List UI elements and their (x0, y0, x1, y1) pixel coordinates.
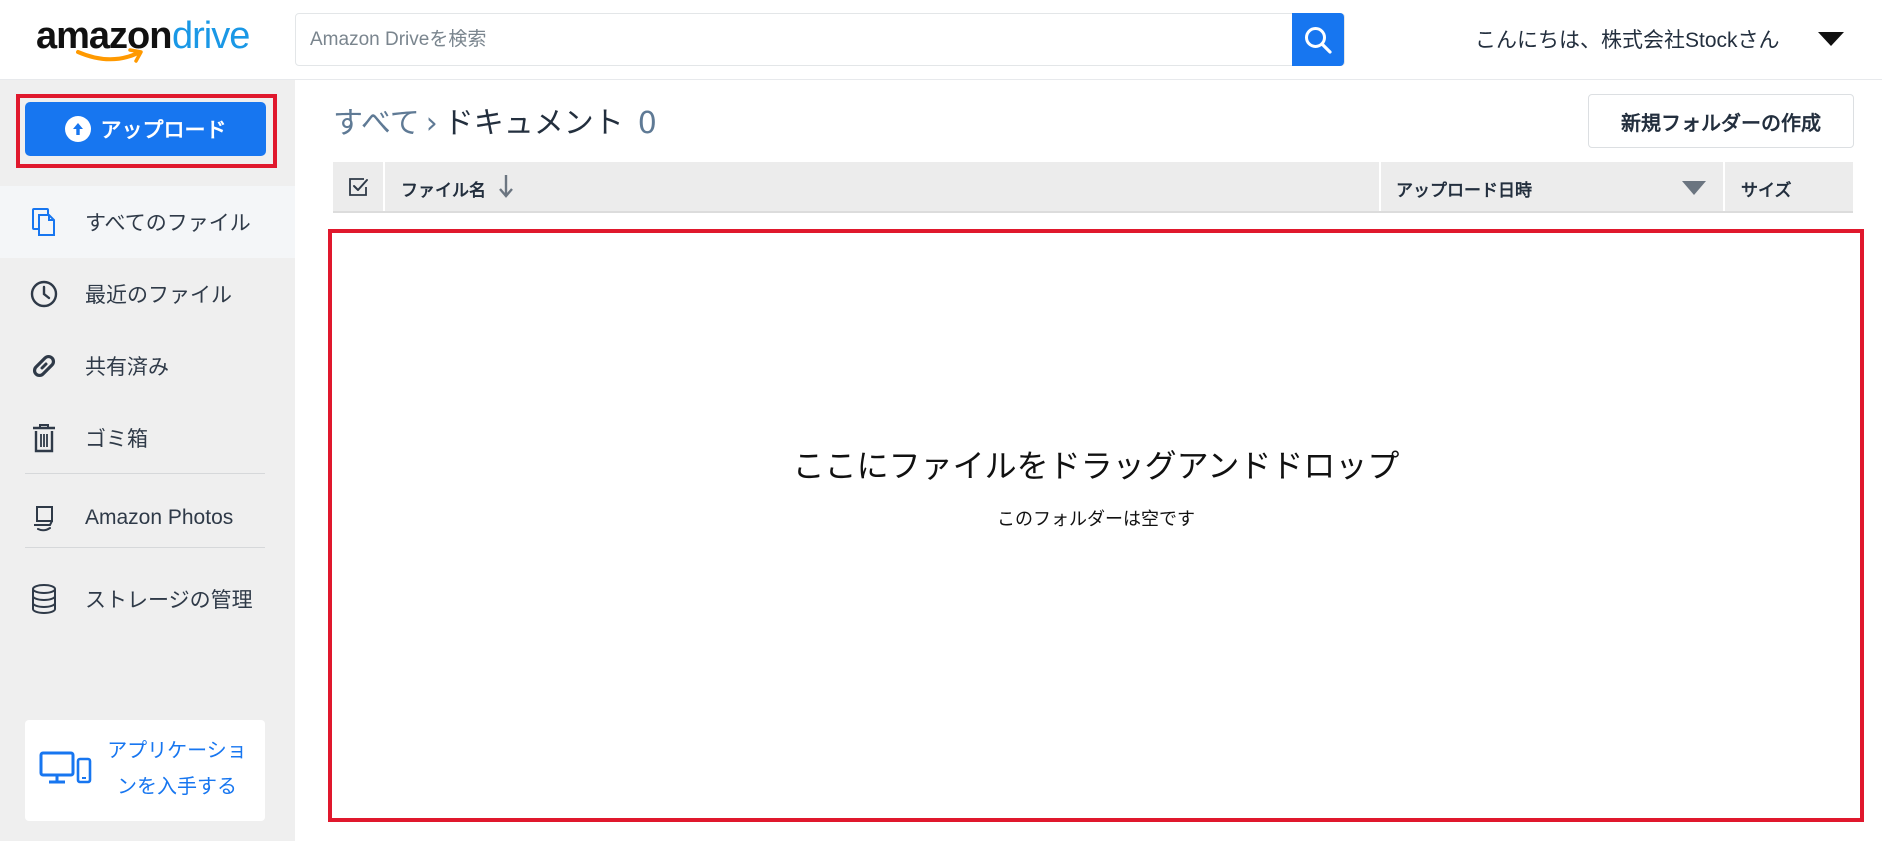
top-header: amazon drive こんにちは、株式会社Stockさん (0, 0, 1882, 80)
column-header-size[interactable]: サイズ (1741, 176, 1792, 201)
sidebar-item-label: 共有済み (85, 356, 169, 379)
get-apps-label-line1: アプリケーショ (107, 738, 247, 762)
upload-button[interactable]: アップロード (25, 102, 266, 156)
breadcrumb-current: ドキュメント (443, 106, 624, 141)
breadcrumb-separator: › (425, 106, 438, 141)
select-all-checkbox[interactable] (333, 162, 385, 211)
clock-icon (28, 278, 60, 310)
account-menu-caret-icon[interactable] (1818, 32, 1844, 46)
devices-icon (39, 750, 93, 790)
empty-folder-message: このフォルダーは空です (997, 509, 1195, 529)
trash-icon (28, 422, 60, 454)
file-table-header: ファイル名 アップロード日時 サイズ (333, 162, 1853, 213)
upload-date-dropdown-icon[interactable] (1682, 181, 1706, 195)
account-greeting[interactable]: こんにちは、株式会社Stockさん (1475, 24, 1780, 54)
sort-arrow-down-icon[interactable] (498, 173, 514, 203)
checkbox-icon (349, 177, 368, 196)
amazon-drive-logo[interactable]: amazon drive (36, 14, 266, 66)
search-button[interactable] (1292, 13, 1344, 66)
new-folder-button[interactable]: 新規フォルダーの作成 (1588, 94, 1854, 148)
photos-icon (28, 502, 60, 534)
get-apps-label: アプリケーショ ンを入手する (97, 732, 257, 804)
sidebar-item-label: ストレージの管理 (85, 589, 253, 612)
sidebar: アップロード すべてのファイル 最近のファイル 共有済み ゴミ箱 Amazon … (0, 80, 295, 841)
search-input[interactable] (310, 14, 1310, 65)
search-icon (1305, 26, 1332, 54)
sidebar-item-label: Amazon Photos (85, 506, 234, 529)
breadcrumb: すべて › ドキュメント 0 (333, 98, 657, 142)
drop-zone[interactable]: ここにファイルをドラッグアンドドロップ このフォルダーは空です (328, 229, 1864, 822)
link-icon (28, 350, 60, 382)
breadcrumb-root-link[interactable]: すべて (333, 106, 420, 141)
sidebar-item-trash[interactable]: ゴミ箱 (0, 402, 295, 474)
item-count: 0 (637, 106, 657, 141)
column-header-upload-date[interactable]: アップロード日時 (1396, 176, 1532, 201)
sidebar-item-recent[interactable]: 最近のファイル (0, 258, 295, 330)
sidebar-item-label: 最近のファイル (85, 284, 232, 307)
upload-arrow-icon (64, 116, 91, 142)
upload-button-label: アップロード (100, 119, 227, 142)
sidebar-item-shared[interactable]: 共有済み (0, 330, 295, 402)
get-apps-label-line2: ンを入手する (117, 774, 237, 798)
sidebar-item-storage[interactable]: ストレージの管理 (0, 563, 295, 635)
sidebar-item-label: すべてのファイル (85, 212, 251, 235)
amazon-smile-icon (76, 48, 143, 63)
sidebar-item-all-files[interactable]: すべてのファイル (0, 186, 295, 258)
files-icon (28, 206, 60, 238)
sidebar-item-amazon-photos[interactable]: Amazon Photos (0, 482, 295, 554)
get-apps-card[interactable]: アプリケーショ ンを入手する (25, 720, 265, 821)
database-icon (28, 583, 60, 615)
column-divider (1723, 162, 1725, 211)
logo-word-drive: drive (172, 15, 250, 57)
search-box (295, 13, 1345, 66)
column-header-name[interactable]: ファイル名 (401, 176, 486, 201)
column-divider (1379, 162, 1381, 211)
sidebar-item-label: ゴミ箱 (85, 428, 148, 451)
sidebar-divider (25, 547, 265, 548)
sidebar-divider (25, 473, 265, 474)
drop-zone-title: ここにファイルをドラッグアンドドロップ (792, 448, 1400, 484)
